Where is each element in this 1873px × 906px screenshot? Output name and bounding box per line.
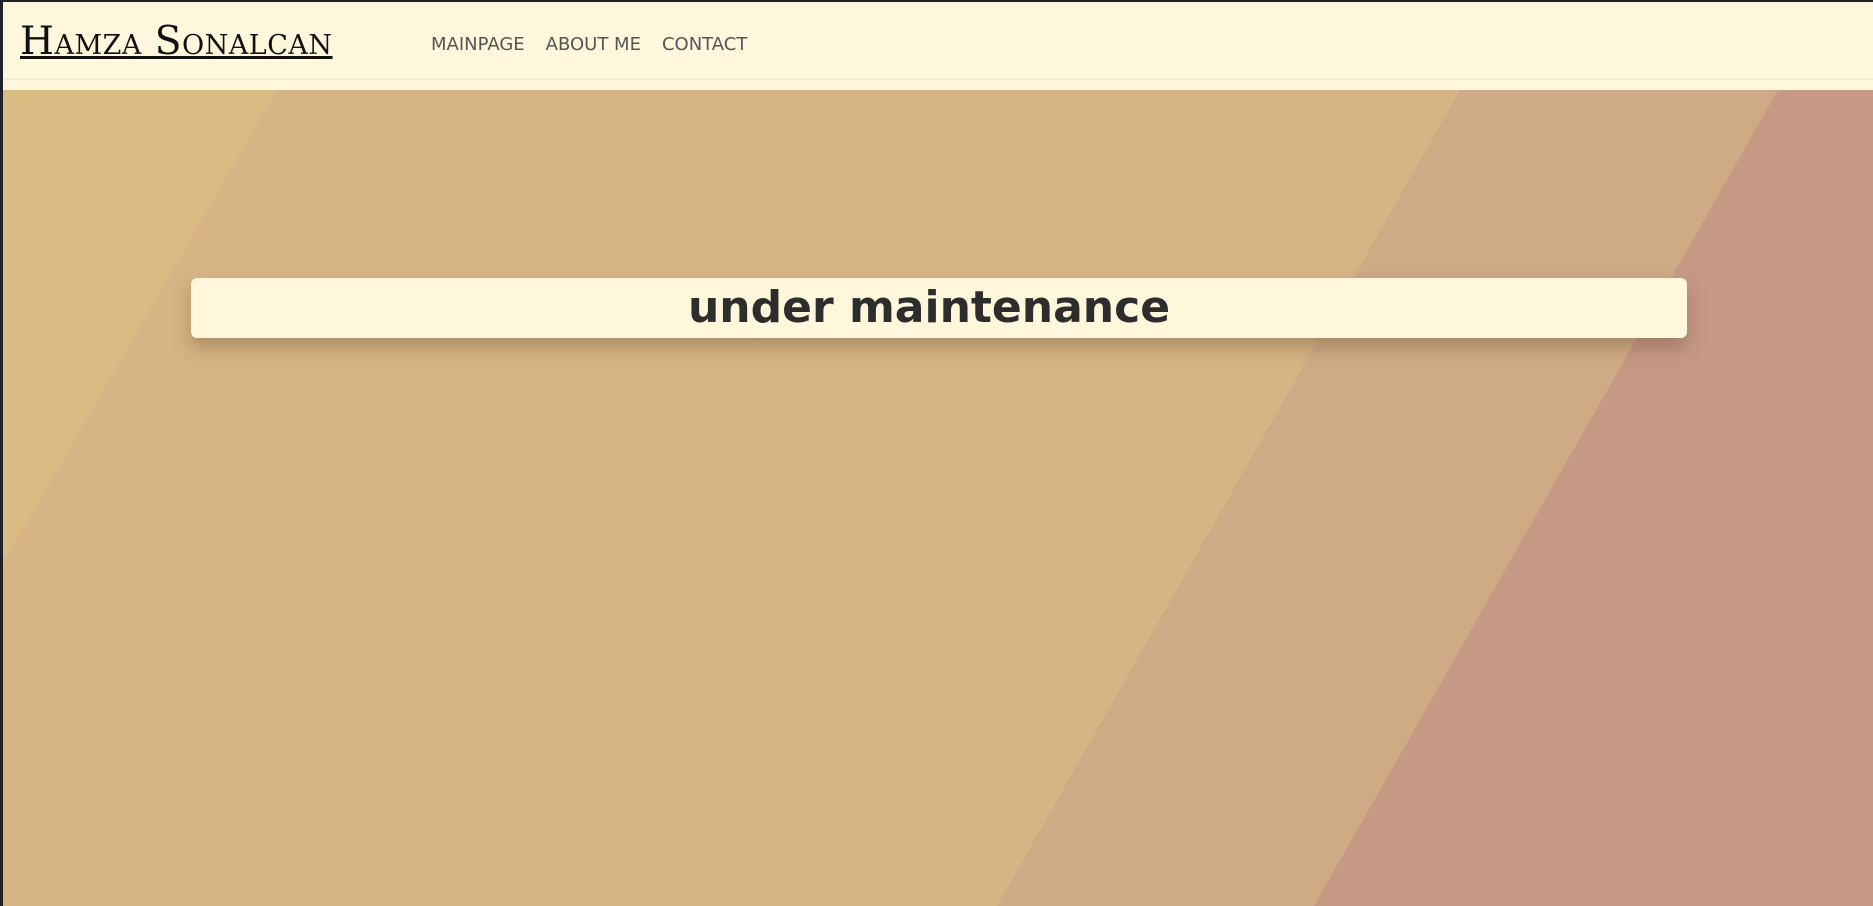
browser-viewport: Hamza Sonalcan MAINPAGE ABOUT ME CONTACT…	[3, 2, 1873, 906]
maintenance-heading: under maintenance	[687, 282, 1171, 333]
nav-link-about-me[interactable]: ABOUT ME	[546, 33, 641, 57]
maintenance-banner: under maintenance	[191, 278, 1687, 338]
hero-section: under maintenance	[3, 90, 1873, 906]
site-navbar: Hamza Sonalcan MAINPAGE ABOUT ME CONTACT	[3, 2, 1873, 78]
site-logo[interactable]: Hamza Sonalcan	[20, 18, 333, 66]
main-navigation: MAINPAGE ABOUT ME CONTACT	[431, 33, 747, 57]
nav-link-contact[interactable]: CONTACT	[662, 33, 747, 57]
nav-link-mainpage[interactable]: MAINPAGE	[431, 33, 525, 57]
